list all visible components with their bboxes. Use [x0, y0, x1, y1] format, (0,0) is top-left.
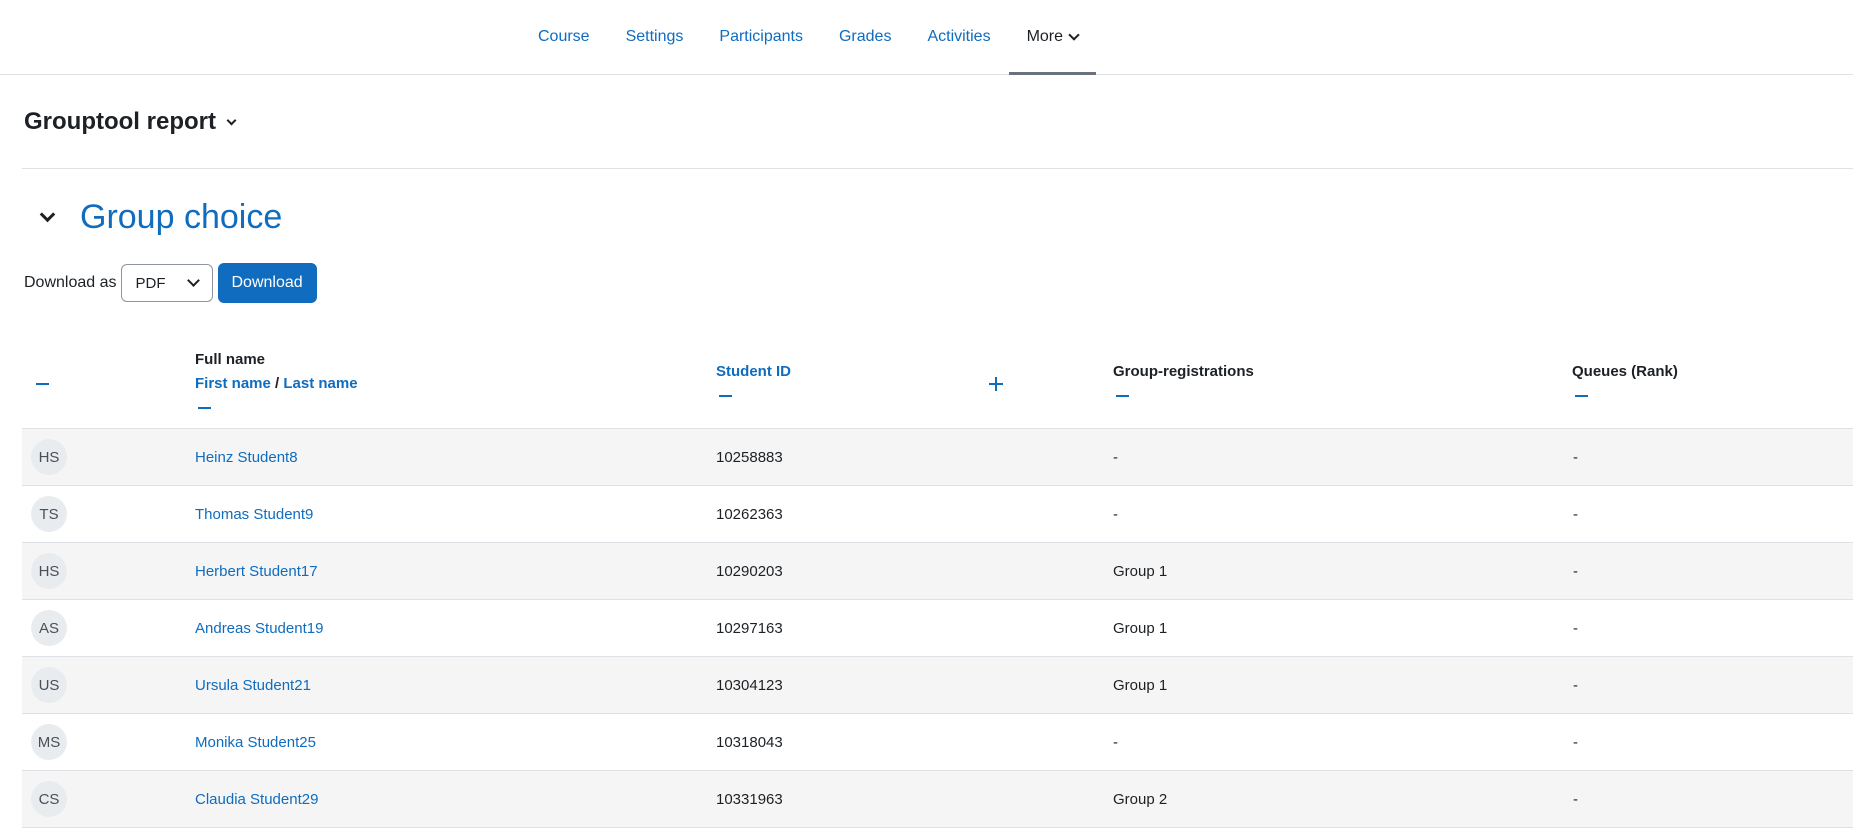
header-col-queues: Queues (Rank) [1572, 340, 1842, 428]
user-name-link[interactable]: Monika Student25 [195, 734, 316, 751]
user-avatar[interactable]: US [31, 667, 67, 703]
student-id-cell: 10304123 [716, 676, 783, 694]
table-row: MS Monika Student25 10318043 - - [22, 714, 1853, 771]
header-col-groups: Group-registrations [1113, 340, 1513, 428]
user-name-link[interactable]: Andreas Student19 [195, 620, 323, 637]
table-row: TS Thomas Student9 10262363 - - [22, 486, 1853, 543]
group-registration-cell: Group 1 [1113, 562, 1168, 580]
secondary-navigation: Course Settings Participants Grades Acti… [0, 0, 1853, 75]
chevron-down-icon [1068, 29, 1080, 41]
student-id-cell: 10297163 [716, 619, 783, 637]
nav-item-grades[interactable]: Grades [821, 0, 909, 74]
expand-column-icon[interactable] [989, 377, 1003, 391]
group-registration-cell: Group 1 [1113, 676, 1168, 694]
table-row: US Ursula Student21 10304123 Group 1 - [22, 657, 1853, 714]
section-collapse-toggle[interactable] [36, 206, 58, 229]
queue-rank-cell: - [1573, 790, 1578, 808]
chevron-down-icon[interactable] [226, 115, 237, 125]
student-id-cell: 10318043 [716, 733, 783, 751]
fullname-header-title: Full name [195, 351, 266, 368]
nav-link-settings[interactable]: Settings [626, 28, 684, 46]
nav-more-label: More [1026, 28, 1064, 45]
group-registration-cell: - [1113, 505, 1118, 523]
nav-link-course[interactable]: Course [538, 28, 590, 46]
user-avatar[interactable]: AS [31, 610, 67, 646]
chevron-down-icon [39, 206, 55, 223]
nav-item-more[interactable]: More [1008, 0, 1097, 75]
header-col-hidden [989, 340, 1089, 428]
student-id-cell: 10290203 [716, 562, 783, 580]
download-format-value: PDF [135, 274, 166, 292]
download-button[interactable]: Download [217, 263, 317, 303]
student-id-cell: 10258883 [716, 448, 783, 466]
nav-item-participants[interactable]: Participants [701, 0, 821, 74]
sort-studentid-link[interactable]: Student ID [716, 363, 791, 380]
nav-link-activities[interactable]: Activities [927, 28, 990, 46]
header-col-studentid: Student ID [716, 340, 966, 428]
page-header[interactable]: Grouptool report [24, 108, 237, 136]
table-row: AS Andreas Student19 10297163 Group 1 - [22, 600, 1853, 657]
fullname-sort-links: First name / Last name [195, 375, 358, 392]
user-name-link[interactable]: Heinz Student8 [195, 449, 298, 466]
group-registration-cell: - [1113, 448, 1118, 466]
user-name-link[interactable]: Ursula Student21 [195, 677, 311, 694]
group-registration-cell: Group 1 [1113, 619, 1168, 637]
group-registration-cell: - [1113, 733, 1118, 751]
queue-rank-cell: - [1573, 505, 1578, 523]
header-col-userpic [22, 340, 172, 428]
queue-rank-cell: - [1573, 562, 1578, 580]
section-title: Group choice [80, 198, 283, 236]
student-id-cell: 10331963 [716, 790, 783, 808]
queue-rank-cell: - [1573, 619, 1578, 637]
collapse-column-icon[interactable] [1116, 395, 1129, 397]
nav-item-activities[interactable]: Activities [909, 0, 1008, 74]
user-avatar[interactable]: MS [31, 724, 67, 760]
sort-separator: / [275, 375, 280, 392]
collapse-column-icon[interactable] [1575, 395, 1588, 397]
table-row: HS Herbert Student17 10290203 Group 1 - [22, 543, 1853, 600]
sort-lastname-link[interactable]: Last name [283, 375, 357, 392]
report-table: Full name First name / Last name Student… [22, 340, 1853, 828]
table-header: Full name First name / Last name Student… [22, 340, 1853, 429]
queue-rank-cell: - [1573, 676, 1578, 694]
section-header: Group choice [36, 198, 282, 237]
download-format-select[interactable]: PDF [120, 264, 213, 302]
download-label: Download as [24, 274, 117, 291]
nav-list: Course Settings Participants Grades Acti… [520, 0, 1097, 75]
table-row: CS Claudia Student29 10331963 Group 2 - [22, 771, 1853, 828]
nav-item-settings[interactable]: Settings [608, 0, 702, 74]
user-avatar[interactable]: CS [31, 781, 67, 817]
user-avatar[interactable]: HS [31, 439, 67, 475]
group-registration-cell: Group 2 [1113, 790, 1168, 808]
header-divider [22, 168, 1853, 169]
table-row: HS Heinz Student8 10258883 - - [22, 429, 1853, 486]
nav-link-grades[interactable]: Grades [839, 28, 891, 46]
nav-link-participants[interactable]: Participants [719, 28, 803, 46]
student-id-cell: 10262363 [716, 505, 783, 523]
queues-rank-header: Queues (Rank) [1572, 363, 1678, 380]
chevron-down-icon [186, 274, 200, 287]
queue-rank-cell: - [1573, 733, 1578, 751]
queue-rank-cell: - [1573, 448, 1578, 466]
user-avatar[interactable]: TS [31, 496, 67, 532]
sort-firstname-link[interactable]: First name [195, 375, 271, 392]
nav-item-course[interactable]: Course [520, 0, 608, 74]
download-form: Download as PDF Download [24, 263, 317, 303]
group-registrations-header: Group-registrations [1113, 363, 1254, 380]
user-name-link[interactable]: Thomas Student9 [195, 506, 313, 523]
table-body: HS Heinz Student8 10258883 - - TS Thomas… [22, 429, 1853, 828]
header-col-fullname: Full name First name / Last name [195, 340, 695, 428]
user-avatar[interactable]: HS [31, 553, 67, 589]
collapse-column-icon[interactable] [36, 383, 49, 385]
collapse-column-icon[interactable] [198, 407, 211, 409]
collapse-column-icon[interactable] [719, 395, 732, 397]
page-title: Grouptool report [24, 108, 216, 135]
user-name-link[interactable]: Claudia Student29 [195, 791, 318, 808]
user-name-link[interactable]: Herbert Student17 [195, 563, 318, 580]
